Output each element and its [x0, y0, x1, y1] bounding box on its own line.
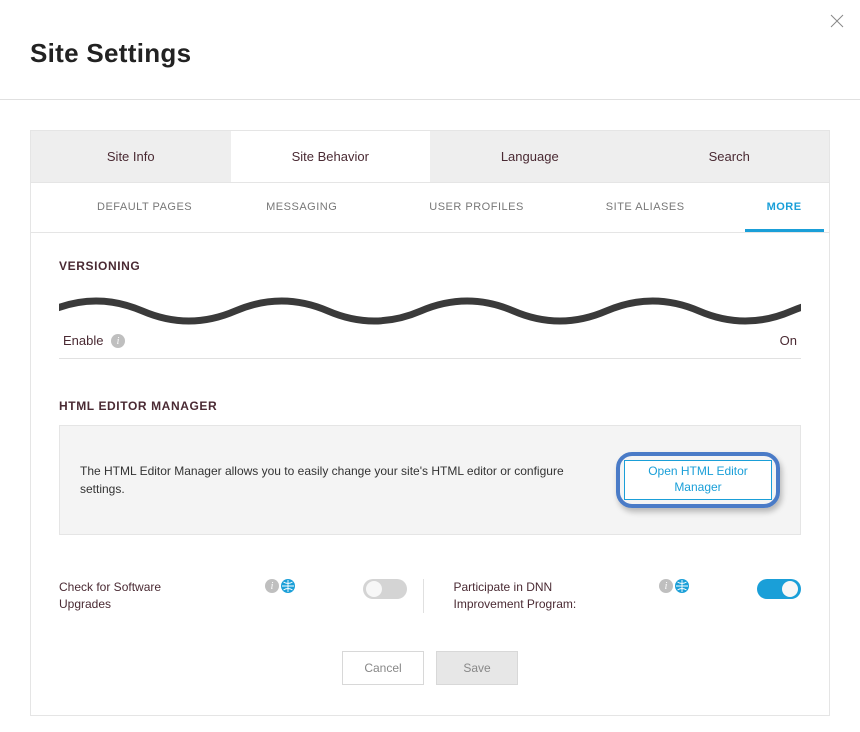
- tab-search[interactable]: Search: [630, 131, 830, 182]
- versioning-heading: VERSIONING: [59, 251, 801, 293]
- subtab-messaging[interactable]: MESSAGING: [244, 201, 359, 232]
- enable-label-partial: Enable: [63, 333, 103, 348]
- subtab-default-pages[interactable]: DEFAULT PAGES: [75, 201, 214, 232]
- tab-site-info[interactable]: Site Info: [31, 131, 231, 182]
- html-editor-description: The HTML Editor Manager allows you to ea…: [80, 462, 580, 498]
- info-icon[interactable]: i: [659, 579, 673, 593]
- page-title: Site Settings: [0, 0, 860, 99]
- tab-site-behavior[interactable]: Site Behavior: [231, 131, 431, 182]
- enable-row: Enable i On: [59, 327, 801, 359]
- open-editor-highlight: Open HTML Editor Manager: [616, 452, 780, 508]
- cancel-button[interactable]: Cancel: [342, 651, 424, 685]
- participate-dnn-toggle[interactable]: [757, 579, 801, 599]
- info-icon[interactable]: i: [265, 579, 279, 593]
- tab-language[interactable]: Language: [430, 131, 630, 182]
- html-editor-box: The HTML Editor Manager allows you to ea…: [59, 425, 801, 535]
- check-upgrades-label: Check for Software Upgrades: [59, 579, 189, 613]
- close-icon[interactable]: [830, 14, 844, 33]
- globe-icon[interactable]: [281, 579, 295, 593]
- open-html-editor-button[interactable]: Open HTML Editor Manager: [624, 460, 772, 500]
- save-button[interactable]: Save: [436, 651, 518, 685]
- participate-dnn-label: Participate in DNN Improvement Program:: [454, 579, 584, 613]
- svg-text:i: i: [270, 581, 273, 592]
- svg-text:i: i: [117, 336, 120, 347]
- actions-row: Cancel Save: [59, 651, 801, 685]
- tabs-sub: DEFAULT PAGES MESSAGING USER PROFILES SI…: [31, 183, 829, 233]
- settings-panel: Site Info Site Behavior Language Search …: [30, 130, 830, 716]
- svg-text:i: i: [665, 581, 668, 592]
- info-icon[interactable]: i: [111, 334, 125, 348]
- subtab-site-aliases[interactable]: SITE ALIASES: [584, 201, 707, 232]
- check-upgrades-toggle[interactable]: [363, 579, 407, 599]
- toggle-grid: Check for Software Upgrades i Participat…: [59, 579, 801, 613]
- globe-icon[interactable]: [675, 579, 689, 593]
- truncation-wave-icon: [59, 293, 801, 327]
- subtab-user-profiles[interactable]: USER PROFILES: [407, 201, 546, 232]
- html-editor-heading: HTML EDITOR MANAGER: [59, 359, 801, 425]
- divider: [0, 99, 860, 100]
- tabs-main: Site Info Site Behavior Language Search: [31, 131, 829, 183]
- subtab-more[interactable]: MORE: [745, 201, 824, 232]
- enable-on-partial: On: [780, 333, 797, 348]
